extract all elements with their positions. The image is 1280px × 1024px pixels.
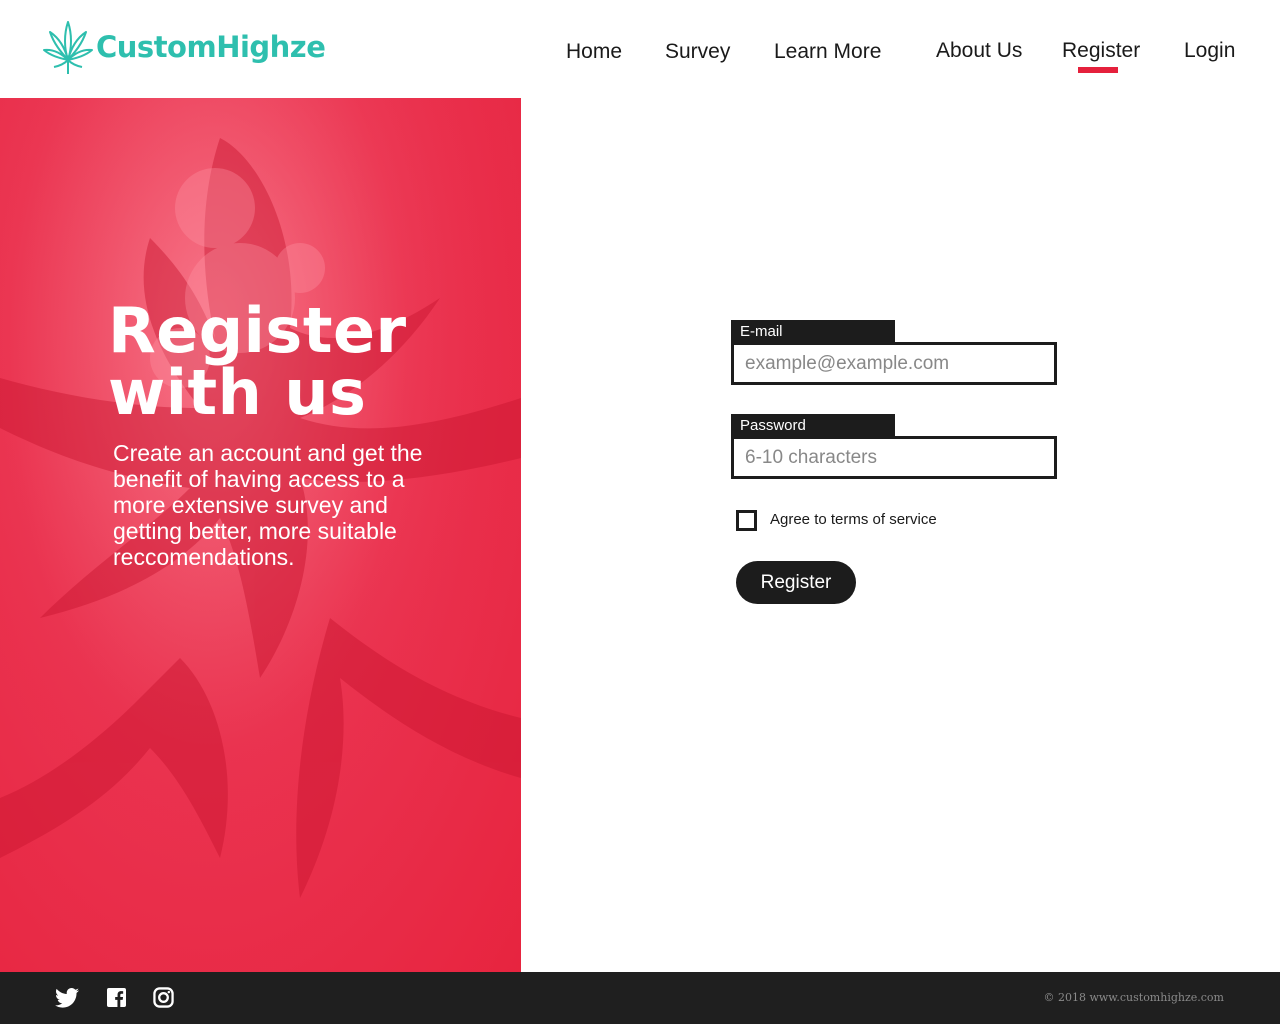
hero-title-line2: with us bbox=[108, 356, 367, 429]
email-field[interactable] bbox=[731, 342, 1057, 385]
hero-title-line1: Register bbox=[108, 294, 407, 367]
password-field[interactable] bbox=[731, 436, 1057, 479]
copyright: © 2018 www.customhighze.com bbox=[1043, 991, 1224, 1004]
twitter-icon[interactable] bbox=[55, 987, 79, 1009]
nav-login[interactable]: Login bbox=[1184, 39, 1235, 63]
password-label: Password bbox=[731, 414, 895, 438]
email-label: E-mail bbox=[731, 320, 895, 344]
instagram-icon[interactable] bbox=[153, 987, 174, 1008]
terms-checkbox[interactable] bbox=[736, 510, 757, 531]
register-button[interactable]: Register bbox=[736, 561, 856, 604]
hero-title: Register with us bbox=[108, 300, 407, 424]
nav-home[interactable]: Home bbox=[566, 40, 622, 64]
nav-register[interactable]: Register bbox=[1062, 39, 1140, 73]
hero-description: Create an account and get the benefit of… bbox=[113, 440, 423, 570]
nav-about-us[interactable]: About Us bbox=[936, 39, 1022, 63]
hero-panel: Register with us Create an account and g… bbox=[0, 98, 521, 972]
nav-learn-more[interactable]: Learn More bbox=[774, 40, 881, 64]
brand-name: CustomHighze bbox=[96, 30, 326, 64]
nav-survey[interactable]: Survey bbox=[665, 40, 730, 64]
cannabis-leaf-icon bbox=[43, 21, 93, 74]
facebook-icon[interactable] bbox=[107, 988, 126, 1007]
terms-label[interactable]: Agree to terms of service bbox=[770, 511, 937, 528]
site-footer: © 2018 www.customhighze.com bbox=[0, 972, 1280, 1024]
site-header: CustomHighze Home Survey Learn More Abou… bbox=[0, 0, 1280, 98]
logo[interactable]: CustomHighze bbox=[42, 20, 326, 76]
